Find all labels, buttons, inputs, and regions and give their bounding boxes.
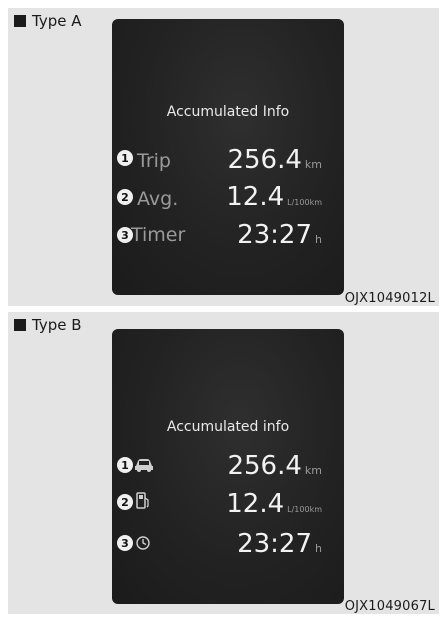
avg-unit: L/100km: [287, 198, 322, 207]
type-a-heading: Type A: [14, 12, 81, 30]
callout-2-badge: 2: [117, 494, 133, 510]
figure-code-a: OJX1049012L: [344, 291, 435, 306]
trip-unit: km: [304, 158, 322, 171]
callout-3-badge: 3: [117, 535, 133, 551]
trip-value-number: 256.4: [227, 145, 302, 175]
avg-value-number: 12.4: [226, 182, 285, 212]
avg-value: 12.4 L/100km: [226, 182, 322, 212]
timer-value: 23:27 h: [237, 529, 322, 559]
bullet-square-icon: [14, 319, 26, 331]
type-a-panel: Type A Accumulated Info 1 Trip 256.4 km …: [8, 8, 439, 306]
callout-1-badge: 1: [117, 150, 133, 166]
cluster-display-b: Accumulated info 1 256.4 km 2 12.4 L/100…: [112, 329, 344, 604]
trip-unit: km: [304, 464, 322, 477]
callout-1-badge: 1: [117, 457, 133, 473]
trip-value: 256.4 km: [227, 145, 322, 175]
timer-unit: h: [315, 542, 322, 555]
accumulated-info-title: Accumulated Info: [166, 104, 290, 120]
avg-value-number: 12.4: [226, 489, 285, 519]
type-b-panel: Type B Accumulated info 1 256.4 km 2 12.…: [8, 312, 439, 614]
trip-value: 256.4 km: [227, 451, 322, 481]
figure-code-b: OJX1049067L: [344, 599, 435, 614]
fuel-pump-icon: [136, 492, 149, 509]
avg-unit: L/100km: [287, 505, 322, 514]
type-a-label: Type A: [32, 12, 82, 30]
timer-value-number: 23:27: [237, 529, 313, 559]
timer-value: 23:27 h: [237, 220, 322, 250]
callout-2-badge: 2: [117, 189, 133, 205]
cluster-display-a: Accumulated Info 1 Trip 256.4 km 2 Avg. …: [112, 19, 344, 295]
timer-label: Timer: [131, 224, 186, 246]
timer-unit: h: [315, 233, 322, 246]
trip-value-number: 256.4: [227, 451, 302, 481]
accumulated-info-title: Accumulated info: [166, 419, 290, 435]
timer-value-number: 23:27: [237, 220, 313, 250]
trip-label: Trip: [137, 150, 171, 172]
clock-icon: [136, 536, 150, 550]
avg-label: Avg.: [137, 188, 179, 210]
type-b-label: Type B: [32, 316, 82, 334]
avg-value: 12.4 L/100km: [226, 489, 322, 519]
car-icon: [135, 459, 153, 472]
type-b-heading: Type B: [14, 316, 82, 334]
bullet-square-icon: [14, 15, 26, 27]
